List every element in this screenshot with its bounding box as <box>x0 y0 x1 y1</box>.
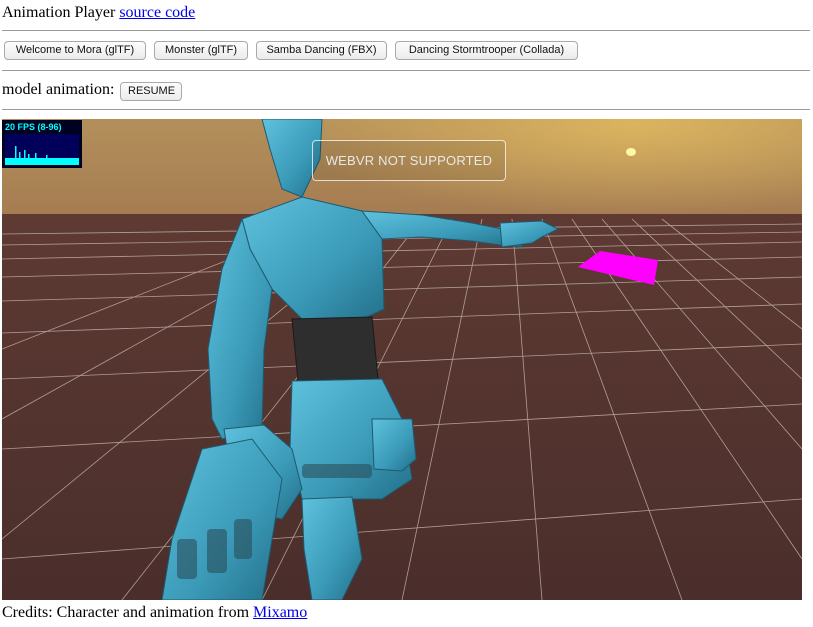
sun-icon <box>626 148 636 156</box>
model-button-stormtrooper[interactable]: Dancing Stormtrooper (Collada) <box>395 41 578 60</box>
divider <box>2 109 810 110</box>
fps-graph <box>5 134 79 165</box>
resume-button[interactable]: RESUME <box>120 82 182 101</box>
page-title: Animation Player <box>2 4 116 21</box>
credits-text: Credits: Character and animation from <box>2 604 250 621</box>
model-button-samba[interactable]: Samba Dancing (FBX) <box>256 41 387 60</box>
model-button-mora[interactable]: Welcome to Mora (glTF) <box>4 41 146 60</box>
ground-plane <box>2 214 802 600</box>
fps-stats-panel[interactable]: 20 FPS (8-96) <box>2 120 82 168</box>
webvr-not-supported-button[interactable]: WEBVR NOT SUPPORTED <box>312 140 506 181</box>
credits: Credits: Character and animation from Mi… <box>2 603 307 623</box>
webgl-viewport[interactable] <box>2 119 802 600</box>
divider <box>2 30 810 31</box>
animation-label: model animation: <box>2 81 115 98</box>
page-header: Animation Player source code <box>2 3 195 23</box>
model-button-monster[interactable]: Monster (glTF) <box>154 41 248 60</box>
source-code-link[interactable]: source code <box>119 4 195 21</box>
divider <box>2 70 810 71</box>
mixamo-link[interactable]: Mixamo <box>253 604 307 621</box>
